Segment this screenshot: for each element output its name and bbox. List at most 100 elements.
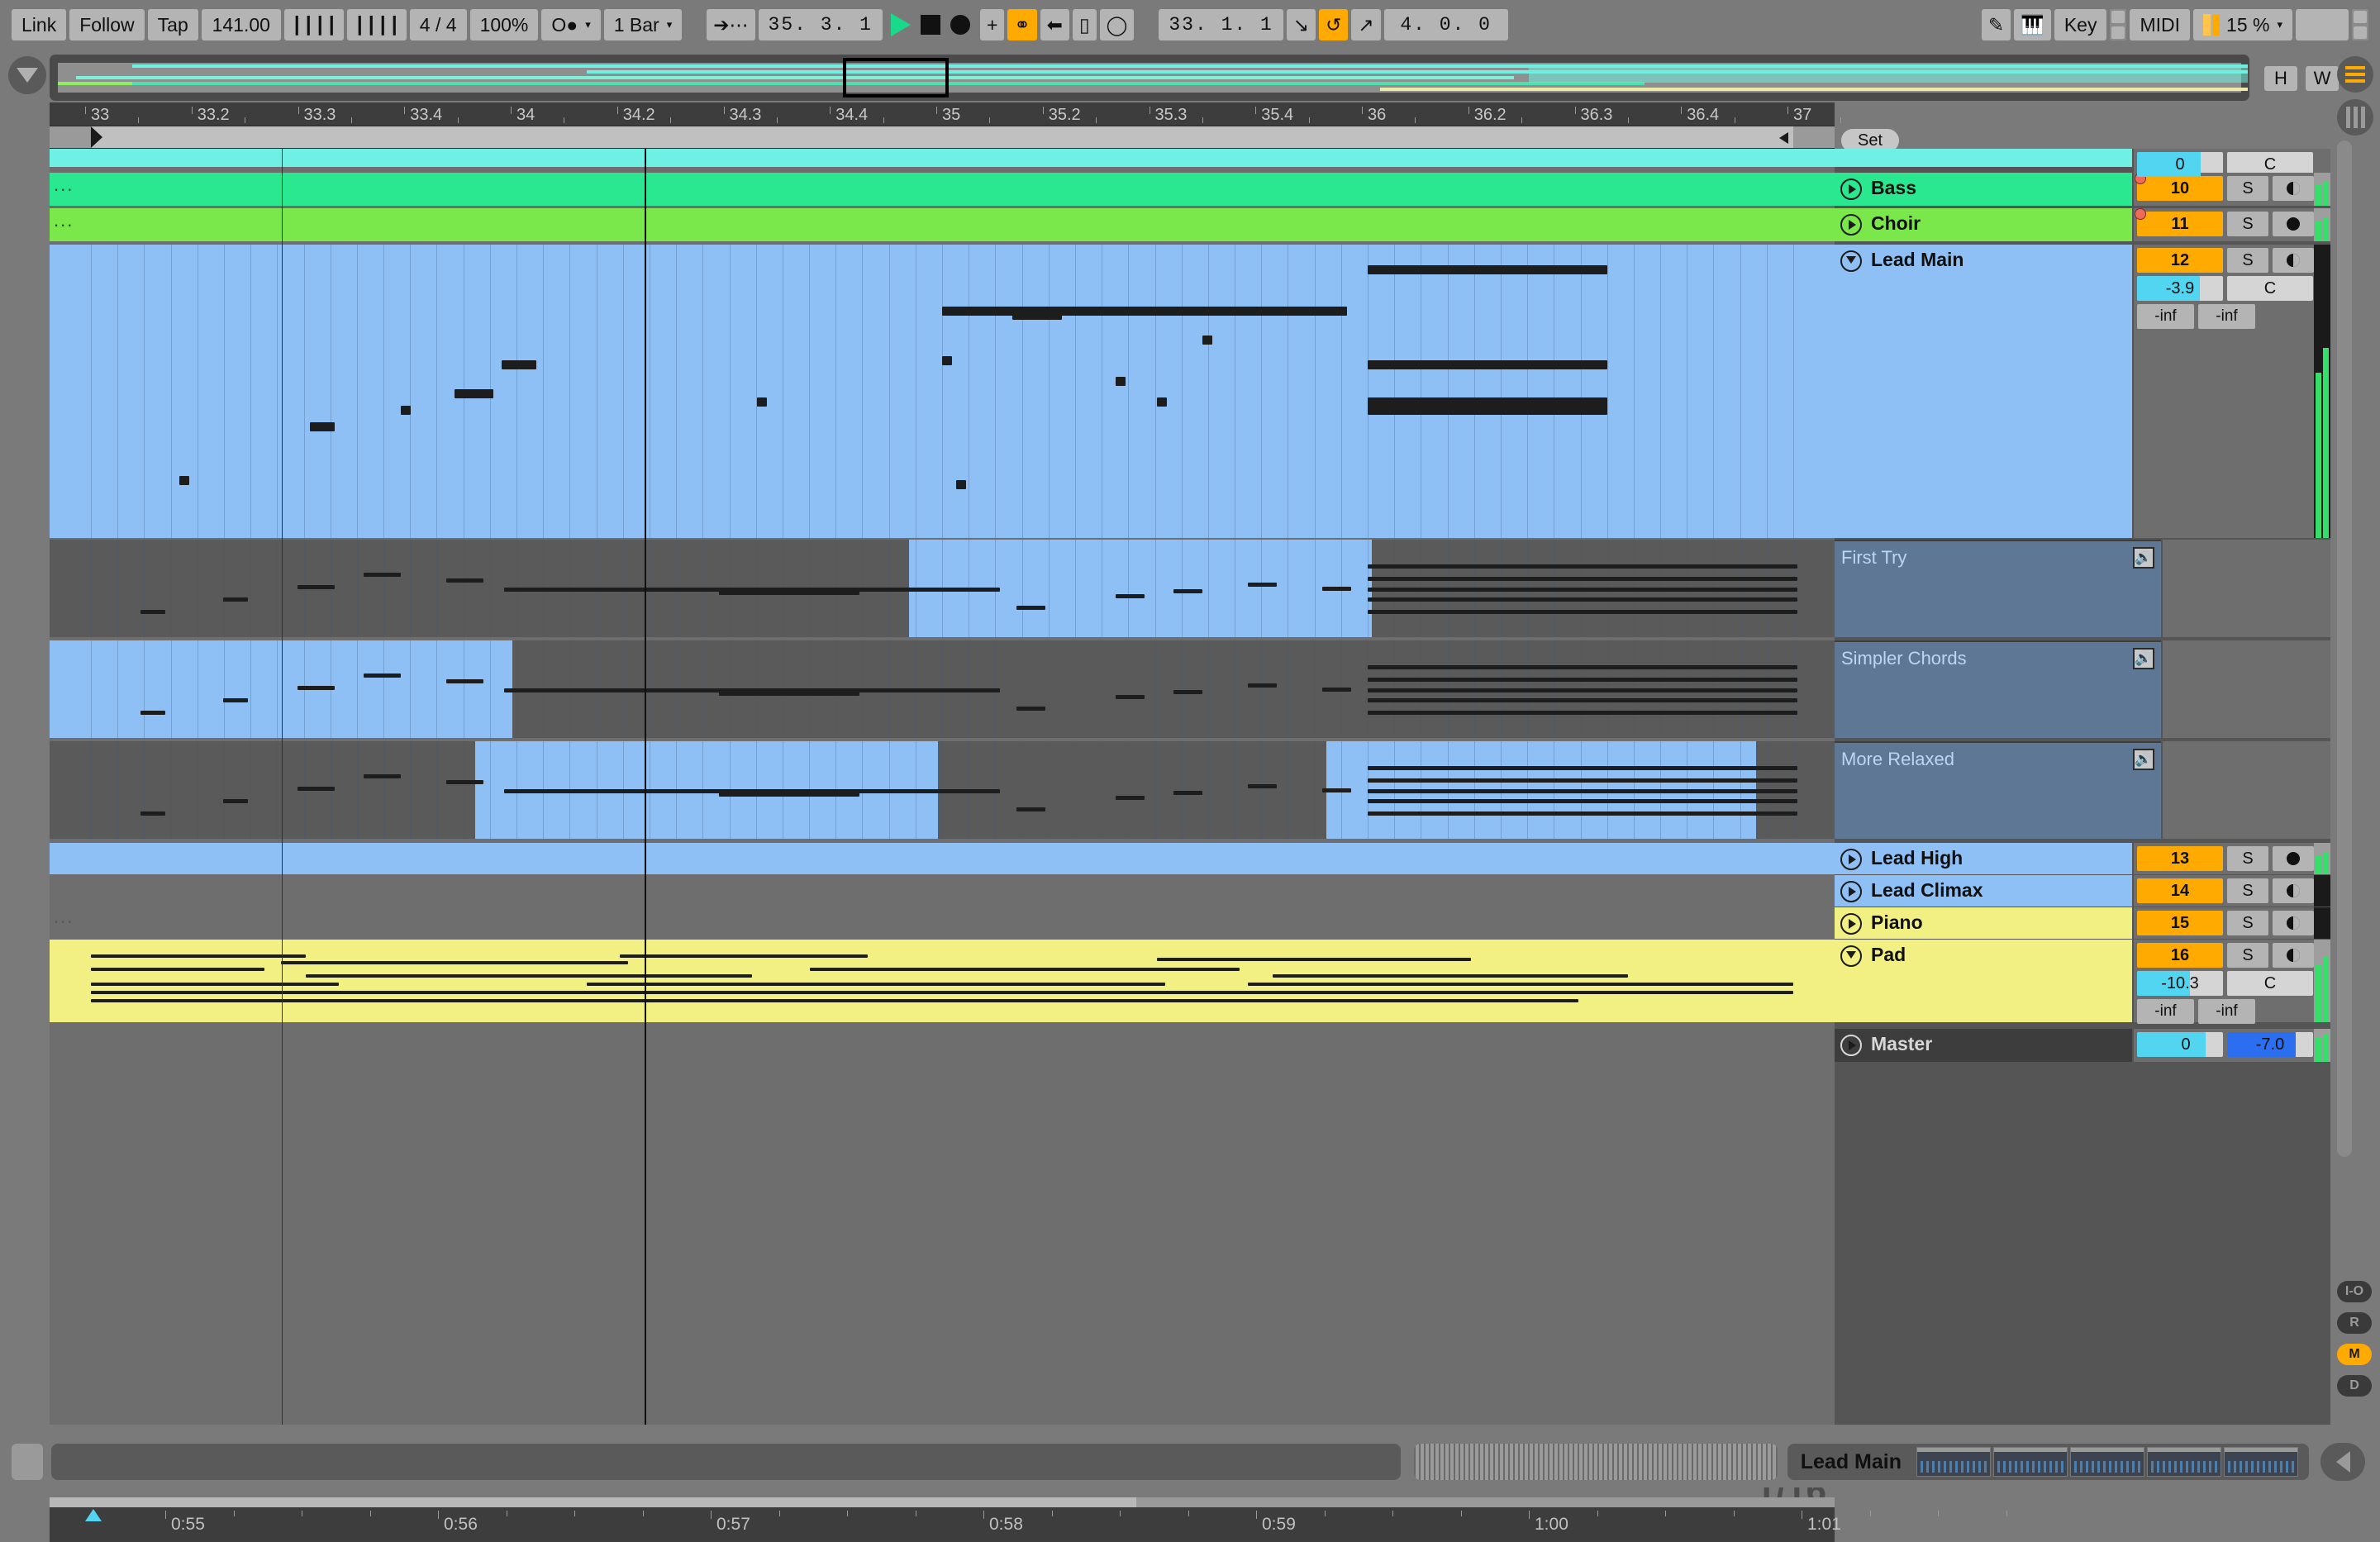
fold-triangle-icon[interactable] [1840,214,1862,236]
midi-note[interactable] [140,610,165,614]
track-header-master[interactable]: Master [1835,1029,2132,1062]
midi-map-button[interactable]: MIDI [2130,9,2191,40]
midi-note[interactable] [1173,690,1202,694]
midi-note[interactable] [1016,606,1045,610]
tap-tempo-button[interactable]: Tap [147,9,198,40]
track-number-piano[interactable]: 15 [2137,911,2223,935]
midi-note[interactable] [306,974,752,978]
track-header-choir[interactable]: Choir [1835,208,2132,241]
solo-button-lead-main[interactable]: S [2227,248,2268,273]
device-thumbnail-1[interactable] [1916,1447,1991,1477]
midi-note[interactable] [810,968,1240,971]
overview-width-button[interactable]: W [2306,66,2339,91]
midi-note[interactable] [1368,597,1797,602]
midi-note[interactable] [1368,811,1797,816]
follow-loop-icon[interactable]: ▯ [1072,9,1097,40]
hamburger-menu-icon[interactable] [2337,56,2373,93]
clip-lead-high[interactable] [50,843,1835,874]
unfold-triangle-icon[interactable] [1840,945,1862,967]
send-a-lead-main[interactable]: -inf [2137,304,2194,329]
midi-note[interactable] [1368,577,1797,581]
toggle-mixer[interactable]: M [2337,1344,2372,1365]
fold-triangle-icon[interactable] [1840,178,1862,200]
device-thumbnail-5[interactable] [2224,1447,2298,1477]
clip-choir[interactable]: ... [50,208,1835,241]
midi-note[interactable] [620,954,868,958]
solo-button-pad[interactable]: S [2227,943,2268,968]
speaker-icon[interactable]: 🔊 [2133,547,2154,569]
master-volume-field[interactable]: -7.0 [2227,1032,2313,1057]
speaker-icon[interactable]: 🔊 [2133,749,2154,770]
arrangement-overview[interactable] [50,55,2249,101]
time-signature-field[interactable]: 4 / 4 [409,9,467,40]
toggle-returns[interactable]: R [2337,1312,2372,1334]
track-header-lead-main[interactable]: Lead Main [1835,245,2132,538]
midi-note[interactable] [91,968,264,971]
arm-button-choir[interactable] [2273,212,2314,236]
midi-note[interactable] [1368,406,1607,415]
clip-bass[interactable]: ... [50,173,1835,206]
midi-note[interactable] [446,780,483,784]
back-to-arrangement-icon[interactable]: ⬅ [1040,9,1069,40]
clip-lead-climax[interactable] [50,875,1835,907]
midi-note[interactable] [1116,695,1145,699]
midi-note[interactable] [1248,583,1277,587]
device-thumbnail-3[interactable] [2070,1447,2144,1477]
send-b-lead-main[interactable]: -inf [2198,304,2255,329]
track-number-pad[interactable]: 16 [2137,943,2223,968]
groove-pool-icon[interactable]: O● ▾ [541,9,601,40]
unfold-triangle-icon[interactable] [1840,250,1862,272]
pan-field-lead-main[interactable]: C [2227,276,2313,301]
arrangement-canvas[interactable]: ... ... ... [50,149,1835,1425]
midi-note[interactable] [140,711,165,715]
arm-button-pad[interactable] [2273,943,2314,968]
midi-note[interactable] [719,692,859,696]
midi-note[interactable] [1016,707,1045,711]
clip-pad[interactable]: ... [50,907,1835,1022]
device-thumbnail-2[interactable] [1993,1447,2068,1477]
groove-amount-field[interactable]: 100% [469,9,539,40]
toggle-delay[interactable]: D [2337,1375,2372,1397]
arrangement-position[interactable]: 35. 3. 1 [758,9,883,40]
collapse-triangle-icon[interactable] [8,56,46,94]
midi-note[interactable] [364,673,401,678]
midi-note[interactable] [298,686,335,690]
punch-out-curve-icon[interactable]: ↗ [1351,9,1381,40]
arm-button-bass[interactable] [2273,176,2314,201]
midi-note[interactable] [1173,589,1202,593]
toggle-in-out[interactable]: I-O [2337,1281,2372,1302]
play-icon[interactable] [890,13,911,36]
midi-note[interactable] [1322,788,1351,792]
midi-note[interactable] [1368,588,1797,592]
midi-note[interactable] [1157,397,1167,407]
plus-icon[interactable]: + [979,9,1005,40]
arm-button-lead-high[interactable] [2273,846,2314,871]
cpu-load-meter[interactable]: 15 % ▾ [2193,9,2292,40]
pencil-icon[interactable]: ✎ [1981,9,2011,40]
midi-note[interactable] [223,698,248,702]
loop-length-field[interactable]: 4. 0. 0 [1383,9,1508,40]
master-crossfade-field[interactable]: 0 [2137,1032,2223,1057]
clip-piano[interactable] [50,907,1835,939]
session-record-icon[interactable]: ◯ [1099,9,1135,40]
midi-note[interactable] [91,954,306,958]
midi-note[interactable] [1368,564,1797,569]
overview-height-button[interactable]: H [2264,66,2297,91]
take-lane-header-2[interactable]: Simpler Chords 🔊 [1835,640,2161,738]
follow-button[interactable]: Follow [69,9,145,40]
midi-note[interactable] [223,799,248,803]
midi-note[interactable] [942,356,952,365]
midi-note[interactable] [1368,698,1797,702]
midi-note[interactable] [1248,784,1277,788]
send-b-pad[interactable]: -inf [2198,999,2255,1024]
track-header-bass[interactable]: Bass [1835,173,2132,206]
midi-note[interactable] [1273,974,1628,978]
midi-note[interactable] [446,679,483,683]
midi-note[interactable] [1248,683,1277,688]
track-number-lead-main[interactable]: 12 [2137,248,2223,273]
midi-note[interactable] [1157,958,1471,961]
send-a-pad[interactable]: -inf [2137,999,2194,1024]
midi-note[interactable] [455,389,493,398]
link-button[interactable]: Link [12,9,67,40]
solo-button-bass[interactable]: S [2227,176,2268,201]
